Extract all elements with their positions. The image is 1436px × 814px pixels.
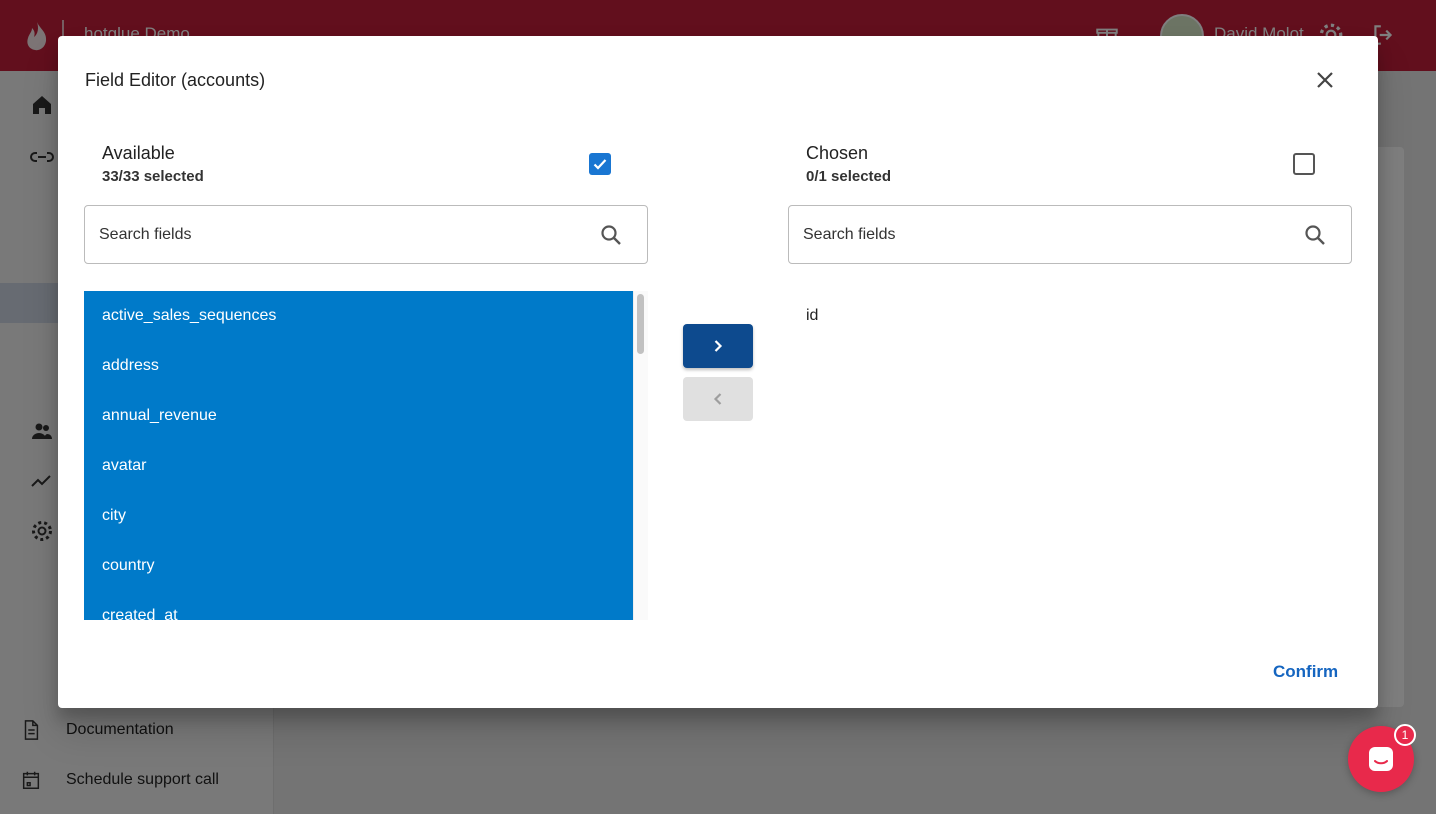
available-search-input[interactable] [99,206,579,263]
chosen-heading: Chosen [806,143,869,163]
chevron-left-icon [713,393,722,405]
chevron-right-icon [714,340,723,352]
available-heading: Available [102,143,175,163]
available-count: 33/33 selected [102,168,204,185]
close-icon [1317,72,1333,88]
list-item[interactable]: country [84,541,633,591]
list-item[interactable]: id [788,291,1352,341]
search-icon[interactable] [1303,223,1327,247]
chat-launcher[interactable]: 1 [1348,724,1416,792]
select-all-available-checkbox[interactable] [589,153,611,175]
move-left-button[interactable] [683,377,753,421]
list-item[interactable]: created_at [84,591,633,620]
chosen-search-input[interactable] [803,206,1283,263]
confirm-button[interactable]: Confirm [1273,662,1338,682]
chat-icon [1369,747,1393,771]
move-right-button[interactable] [683,324,753,368]
chosen-search [788,205,1352,264]
close-button[interactable] [1310,65,1340,95]
available-header: Available 33/33 selected [102,143,204,185]
chosen-count: 0/1 selected [806,168,892,185]
list-item[interactable]: address [84,341,633,391]
list-item[interactable]: city [84,491,633,541]
available-search [84,205,648,264]
list-item[interactable]: avatar [84,441,633,491]
field-editor-dialog: Field Editor (accounts) Available 33/33 … [58,36,1378,708]
chosen-list: id [788,291,1352,620]
search-icon[interactable] [599,223,623,247]
notification-badge: 1 [1394,724,1416,746]
chosen-header: Chosen 0/1 selected [806,143,891,185]
list-item[interactable]: annual_revenue [84,391,633,441]
available-items: active_sales_sequences address annual_reve… [84,291,633,620]
available-list: active_sales_sequences address annual_reve… [84,291,648,620]
scrollbar-thumb[interactable] [637,294,644,354]
dialog-title: Field Editor (accounts) [85,70,266,90]
available-scrollbar[interactable] [633,291,648,620]
select-all-chosen-checkbox[interactable] [1293,153,1315,175]
check-icon [593,159,607,170]
list-item[interactable]: active_sales_sequences [84,291,633,341]
